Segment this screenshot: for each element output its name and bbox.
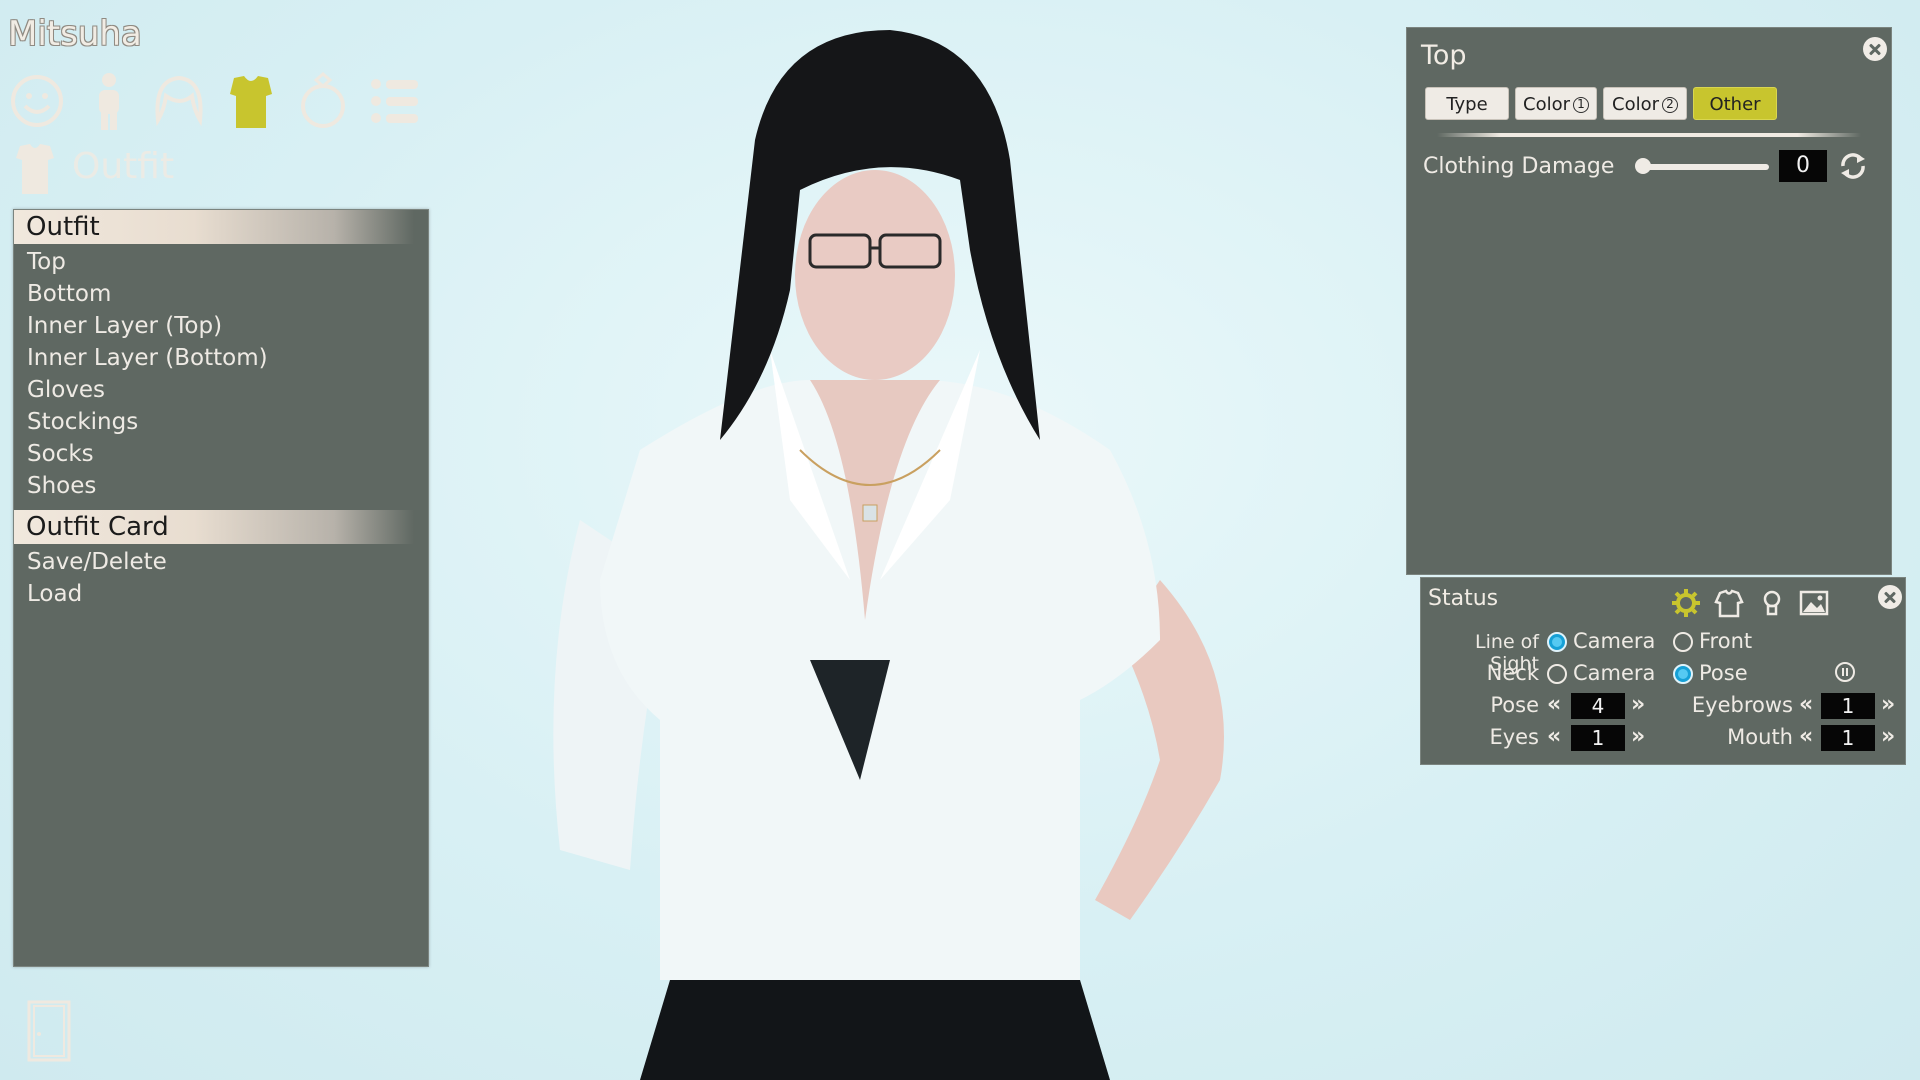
outfit-icon[interactable] bbox=[222, 70, 280, 132]
pose-value[interactable]: 4 bbox=[1571, 693, 1625, 719]
neck-camera-label: Camera bbox=[1573, 661, 1656, 685]
line-of-sight-front-label: Front bbox=[1699, 629, 1753, 653]
eyes-prev-icon[interactable]: « bbox=[1547, 725, 1565, 749]
eyes-value[interactable]: 1 bbox=[1571, 725, 1625, 751]
tab-other[interactable]: Other bbox=[1693, 87, 1777, 120]
status-panel: Status Line of Sight Camera Front Neck C… bbox=[1420, 577, 1906, 765]
tab-divider bbox=[1437, 133, 1861, 137]
neck-pose-radio[interactable] bbox=[1673, 664, 1693, 684]
eyebrows-value[interactable]: 1 bbox=[1821, 693, 1875, 719]
mouth-next-icon[interactable]: » bbox=[1881, 725, 1899, 749]
clothing-damage-slider[interactable] bbox=[1639, 164, 1769, 170]
menu-item-gloves[interactable]: Gloves bbox=[27, 374, 105, 406]
panel-title: Top bbox=[1421, 40, 1467, 71]
pose-label: Pose bbox=[1490, 693, 1539, 717]
tab-color-2-label: Color bbox=[1612, 94, 1659, 115]
gear-icon[interactable] bbox=[1671, 588, 1701, 618]
clothing-damage-slider-handle[interactable] bbox=[1635, 158, 1651, 174]
tab-color-1-label: Color bbox=[1523, 94, 1570, 115]
eyebrows-label: Eyebrows bbox=[1691, 693, 1793, 717]
exit-door-icon[interactable] bbox=[27, 1000, 71, 1062]
section-title: Outfit bbox=[72, 146, 175, 187]
pose-next-icon[interactable]: » bbox=[1631, 693, 1649, 717]
menu-header-outfit-card: Outfit Card bbox=[14, 510, 414, 544]
top-settings-panel: Top Type Color 1 Color 2 Other Clothing Da… bbox=[1406, 27, 1892, 575]
status-title: Status bbox=[1428, 586, 1499, 611]
mouth-label: Mouth bbox=[1727, 725, 1793, 749]
line-of-sight-camera-label: Camera bbox=[1573, 629, 1656, 653]
hair-icon[interactable] bbox=[150, 70, 208, 132]
character-name: Mitsuha bbox=[8, 14, 142, 54]
pause-icon[interactable] bbox=[1835, 662, 1855, 682]
status-close-icon[interactable] bbox=[1878, 585, 1902, 609]
menu-item-top[interactable]: Top bbox=[27, 246, 66, 278]
face-icon[interactable] bbox=[8, 70, 66, 132]
tab-type[interactable]: Type bbox=[1425, 87, 1509, 120]
neck-pose-label: Pose bbox=[1699, 661, 1748, 685]
menu-item-load[interactable]: Load bbox=[27, 578, 82, 610]
tab-color-1[interactable]: Color 1 bbox=[1515, 87, 1597, 120]
eyes-label: Eyes bbox=[1489, 725, 1539, 749]
light-bulb-icon[interactable] bbox=[1757, 588, 1787, 618]
menu-item-socks[interactable]: Socks bbox=[27, 438, 94, 470]
clothing-damage-value[interactable]: 0 bbox=[1779, 150, 1827, 182]
menu-item-inner-bottom[interactable]: Inner Layer (Bottom) bbox=[27, 342, 268, 374]
clothing-damage-label: Clothing Damage bbox=[1423, 154, 1615, 179]
outfit-section-icon bbox=[12, 140, 58, 196]
tab-color-2[interactable]: Color 2 bbox=[1603, 87, 1687, 120]
background-image-icon[interactable] bbox=[1799, 588, 1829, 618]
menu-item-shoes[interactable]: Shoes bbox=[27, 470, 96, 502]
menu-item-save-delete[interactable]: Save/Delete bbox=[27, 546, 167, 578]
line-of-sight-camera-radio[interactable] bbox=[1547, 632, 1567, 652]
neck-label: Neck bbox=[1486, 661, 1539, 685]
tab-type-label: Type bbox=[1446, 94, 1488, 115]
eyes-next-icon[interactable]: » bbox=[1631, 725, 1649, 749]
tab-color-2-number: 2 bbox=[1662, 97, 1678, 113]
outfit-menu-panel: Outfit Top Bottom Inner Layer (Top) Inne… bbox=[13, 209, 429, 967]
eyebrows-next-icon[interactable]: » bbox=[1881, 693, 1899, 717]
tab-color-1-number: 1 bbox=[1573, 97, 1589, 113]
character-model bbox=[553, 30, 1224, 1080]
menu-item-stockings[interactable]: Stockings bbox=[27, 406, 138, 438]
mouth-value[interactable]: 1 bbox=[1821, 725, 1875, 751]
body-icon[interactable] bbox=[80, 70, 138, 132]
neck-camera-radio[interactable] bbox=[1547, 664, 1567, 684]
line-of-sight-front-radio[interactable] bbox=[1673, 632, 1693, 652]
menu-item-bottom[interactable]: Bottom bbox=[27, 278, 111, 310]
list-icon[interactable] bbox=[366, 70, 424, 132]
close-icon[interactable] bbox=[1863, 37, 1887, 61]
accessory-icon[interactable] bbox=[294, 70, 352, 132]
eyebrows-prev-icon[interactable]: « bbox=[1799, 693, 1817, 717]
mouth-prev-icon[interactable]: « bbox=[1799, 725, 1817, 749]
reset-icon[interactable] bbox=[1837, 150, 1869, 182]
menu-header-outfit: Outfit bbox=[14, 210, 414, 244]
menu-item-inner-top[interactable]: Inner Layer (Top) bbox=[27, 310, 222, 342]
pose-prev-icon[interactable]: « bbox=[1547, 693, 1565, 717]
tab-other-label: Other bbox=[1709, 94, 1761, 115]
clothing-icon[interactable] bbox=[1714, 588, 1744, 618]
